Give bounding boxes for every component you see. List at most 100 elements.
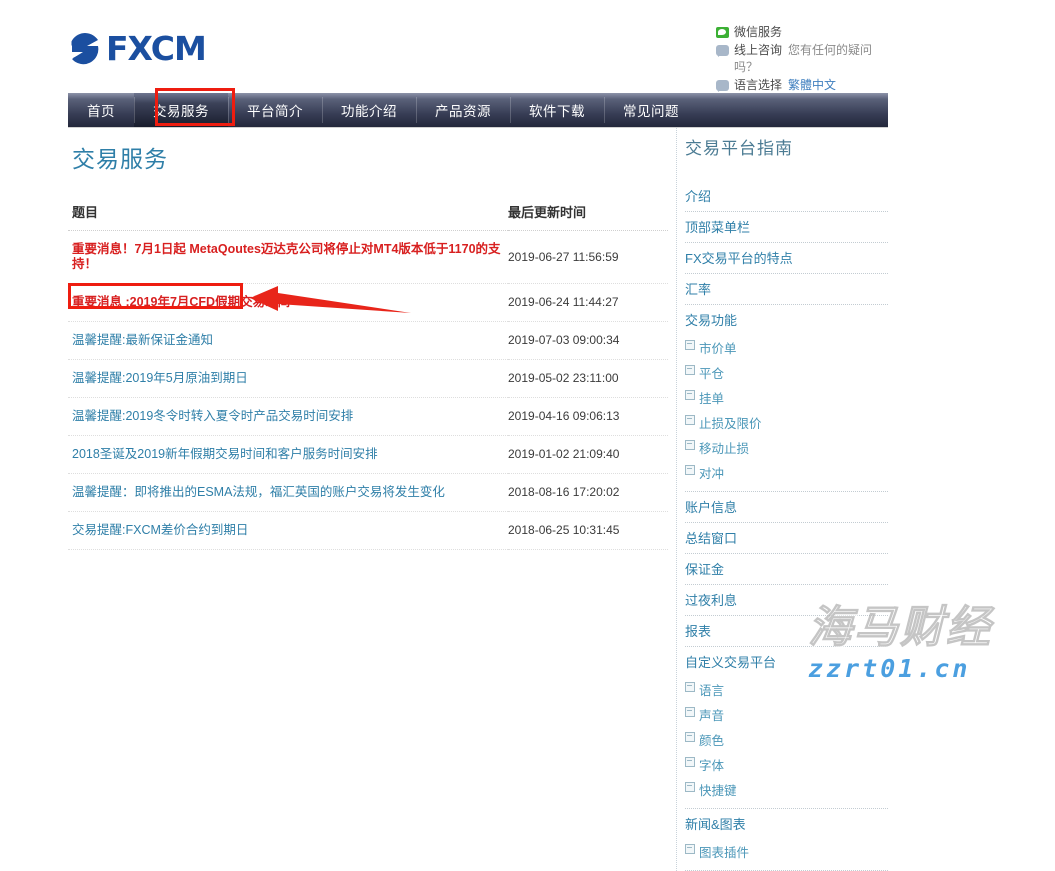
news-title-cell: 温馨提醒：即将推出的ESMA法规，福汇英国的账户交易将发生变化 (68, 474, 508, 512)
table-row: 2018圣诞及2019新年假期交易时间和客户服务时间安排 2019-01-02 … (68, 436, 668, 474)
news-date-cell: 2018-06-25 10:31:45 (508, 512, 668, 550)
sidebar-subitem-chart-plugin[interactable]: 图表插件 (685, 839, 888, 864)
sidebar-subitem-label: 市价单 (699, 342, 737, 356)
page-root: FXCM 微信服务 线上咨询您有任何的疑问 吗？ 语言选择繁體中文 (0, 0, 1055, 706)
nav-item-features[interactable]: 功能介绍 (322, 93, 416, 127)
site-header: FXCM 微信服务 线上咨询您有任何的疑问 吗？ 语言选择繁體中文 (0, 0, 1055, 92)
page-title: 交易服务 (72, 140, 668, 174)
sidebar-item-trading-functions[interactable]: 交易功能 (685, 305, 888, 335)
nav-item-software-download[interactable]: 软件下载 (510, 93, 604, 127)
sidebar-item-intro[interactable]: 介绍 (685, 181, 888, 212)
online-consult-sub: 您有任何的疑问 (788, 43, 872, 57)
news-title-cell: 温馨提醒:最新保证金通知 (68, 322, 508, 360)
nav-item-faq[interactable]: 常见问题 (604, 93, 698, 127)
language-select-label: 语言选择 (734, 78, 782, 92)
sidebar-item-reports[interactable]: 报表 (685, 616, 888, 647)
nav-item-product-resources[interactable]: 产品资源 (416, 93, 510, 127)
document-icon (685, 415, 695, 425)
sidebar-item-overnight-interest[interactable]: 过夜利息 (685, 585, 888, 616)
sidebar-subitem-label: 移动止损 (699, 442, 749, 456)
sidebar-title: 交易平台指南 (685, 134, 888, 159)
online-consult-text-group: 线上咨询您有任何的疑问 吗？ (734, 42, 872, 76)
sidebar-subitem-font[interactable]: 字体 (685, 752, 888, 777)
sidebar-subitem-language[interactable]: 语言 (685, 677, 888, 702)
news-table-head: 题目 最后更新时间 (68, 202, 668, 231)
fxcm-z-logo-icon (68, 32, 102, 66)
sidebar-subitem-pending-order[interactable]: 挂单 (685, 385, 888, 410)
nav-item-platform-intro[interactable]: 平台简介 (228, 93, 322, 127)
sidebar-item-news-charts[interactable]: 新闻&图表 (685, 809, 888, 839)
nav-label: 平台简介 (247, 100, 303, 120)
news-link[interactable]: 温馨提醒:2019冬令时转入夏令时产品交易时间安排 (72, 409, 353, 423)
online-consult-wrap: 吗？ (734, 59, 872, 76)
news-table-body: 重要消息！7月1日起 MetaQoutes迈达克公司将停止对MT4版本低于117… (68, 231, 668, 550)
news-link[interactable]: 2018圣诞及2019新年假期交易时间和客户服务时间安排 (72, 447, 378, 461)
news-link[interactable]: 重要消息！7月1日起 MetaQoutes迈达克公司将停止对MT4版本低于117… (72, 242, 501, 271)
fxcm-logo-text: FXCM (106, 32, 206, 66)
nav-item-trading-services[interactable]: 交易服务 (134, 93, 228, 127)
news-title-cell: 温馨提醒:2019冬令时转入夏令时产品交易时间安排 (68, 398, 508, 436)
sidebar-subitem-trailing-stop[interactable]: 移动止损 (685, 435, 888, 460)
sidebar-subitem-hedging[interactable]: 对冲 (685, 460, 888, 485)
news-date-cell: 2019-05-02 23:11:00 (508, 360, 668, 398)
sidebar-item-summary-window[interactable]: 总结窗口 (685, 523, 888, 554)
nav-item-home[interactable]: 首页 (68, 93, 134, 127)
sidebar-subitem-label: 快捷键 (699, 784, 737, 798)
online-consult-link[interactable]: 线上咨询您有任何的疑问 吗？ (716, 42, 916, 76)
document-icon (685, 732, 695, 742)
fxcm-logo[interactable]: FXCM (68, 27, 206, 71)
news-date-cell: 2019-07-03 09:00:34 (508, 322, 668, 360)
top-utility-links: 微信服务 线上咨询您有任何的疑问 吗？ 语言选择繁體中文 (716, 24, 916, 95)
document-icon (685, 844, 695, 854)
language-select-link[interactable]: 语言选择繁體中文 (716, 77, 916, 94)
document-icon (685, 782, 695, 792)
sidebar-subitem-label: 止损及限价 (699, 417, 762, 431)
sidebar-item-exchange-rate[interactable]: 汇率 (685, 274, 888, 305)
language-select-value[interactable]: 繁體中文 (788, 78, 836, 92)
news-link[interactable]: 交易提醒:FXCM差价合约到期日 (72, 523, 248, 537)
sidebar: 交易平台指南 介绍 顶部菜单栏 FX交易平台的特点 汇率 交易功能 市价单 平仓… (676, 128, 888, 871)
sidebar-item-margin[interactable]: 保证金 (685, 554, 888, 585)
sidebar-item-top-menu-bar[interactable]: 顶部菜单栏 (685, 212, 888, 243)
sidebar-subitem-stop-limit[interactable]: 止损及限价 (685, 410, 888, 435)
col-header-title: 题目 (68, 202, 508, 231)
speech-bubble-icon (716, 45, 729, 56)
nav-label: 首页 (87, 100, 115, 120)
wechat-service-link[interactable]: 微信服务 (716, 24, 916, 41)
document-icon (685, 465, 695, 475)
table-row: 温馨提醒:2019冬令时转入夏令时产品交易时间安排 2019-04-16 09:… (68, 398, 668, 436)
document-icon (685, 340, 695, 350)
sidebar-subitem-label: 图表插件 (699, 846, 749, 860)
sidebar-list: 介绍 顶部菜单栏 FX交易平台的特点 汇率 交易功能 市价单 平仓 挂单 止损及… (685, 181, 888, 871)
document-icon (685, 682, 695, 692)
sidebar-subitem-color[interactable]: 颜色 (685, 727, 888, 752)
news-link[interactable]: 温馨提醒:2019年5月原油到期日 (72, 371, 248, 385)
news-date-cell: 2018-08-16 17:20:02 (508, 474, 668, 512)
nav-label: 功能介绍 (341, 100, 397, 120)
sidebar-item-fx-platform-features[interactable]: FX交易平台的特点 (685, 243, 888, 274)
news-table: 题目 最后更新时间 重要消息！7月1日起 MetaQoutes迈达克公司将停止对… (68, 202, 668, 550)
news-link[interactable]: 重要消息 :2019年7月CFD假期交易时间 (72, 295, 290, 309)
col-header-date: 最后更新时间 (508, 202, 668, 231)
sidebar-item-account-info[interactable]: 账户信息 (685, 492, 888, 523)
sidebar-subitem-close-position[interactable]: 平仓 (685, 360, 888, 385)
language-text-group: 语言选择繁體中文 (734, 77, 836, 94)
speech-bubble-icon (716, 80, 729, 91)
sidebar-subitem-market-order[interactable]: 市价单 (685, 335, 888, 360)
sidebar-item-customize-platform[interactable]: 自定义交易平台 (685, 647, 888, 677)
table-row: 重要消息！7月1日起 MetaQoutes迈达克公司将停止对MT4版本低于117… (68, 231, 668, 284)
table-row: 温馨提醒:2019年5月原油到期日 2019-05-02 23:11:00 (68, 360, 668, 398)
news-date-cell: 2019-06-24 11:44:27 (508, 284, 668, 322)
nav-label: 交易服务 (153, 100, 209, 120)
main-content: 交易服务 题目 最后更新时间 重要消息！7月1日起 MetaQoutes迈达克公… (68, 140, 668, 550)
document-icon (685, 440, 695, 450)
sidebar-subitem-label: 对冲 (699, 467, 724, 481)
news-title-cell: 重要消息 :2019年7月CFD假期交易时间 (68, 284, 508, 322)
document-icon (685, 757, 695, 767)
news-link[interactable]: 温馨提醒：即将推出的ESMA法规，福汇英国的账户交易将发生变化 (72, 485, 445, 499)
document-icon (685, 390, 695, 400)
news-title-cell: 温馨提醒:2019年5月原油到期日 (68, 360, 508, 398)
news-date-cell: 2019-06-27 11:56:59 (508, 231, 668, 284)
sidebar-subitem-shortcuts[interactable]: 快捷键 (685, 777, 888, 802)
news-link-highlighted[interactable]: 温馨提醒:最新保证金通知 (72, 333, 213, 347)
